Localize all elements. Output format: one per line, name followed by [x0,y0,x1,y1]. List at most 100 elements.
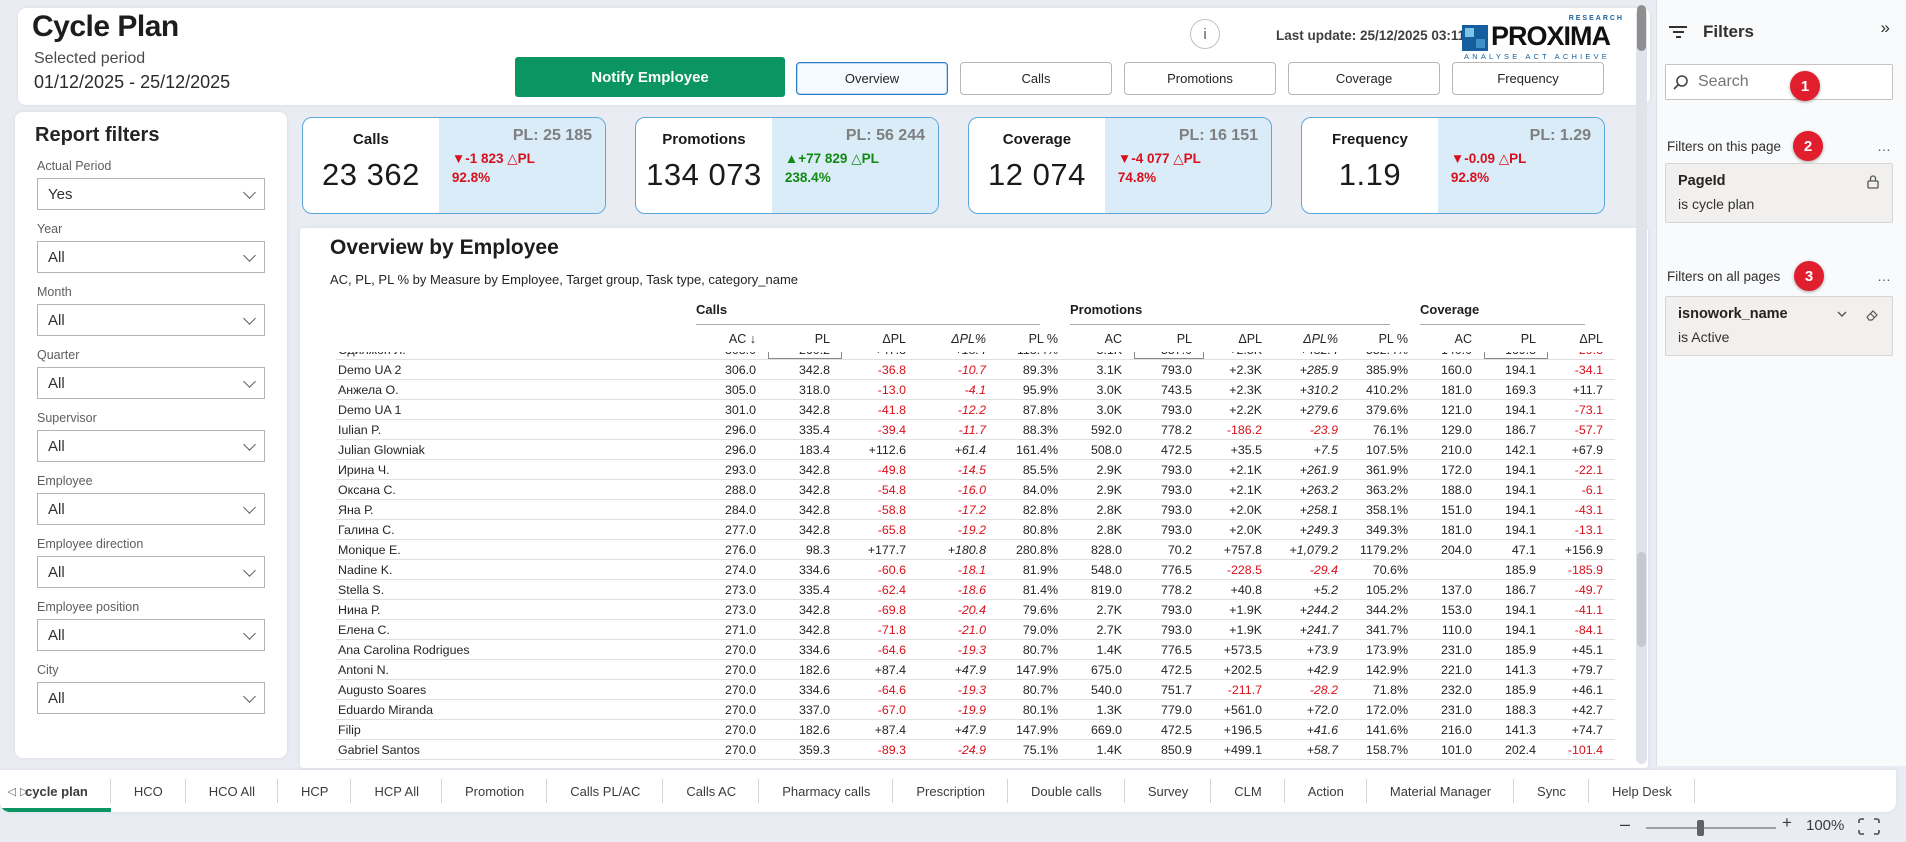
page-tab-calls-pl-ac[interactable]: Calls PL/AC [547,770,663,812]
value-cell: 342.8 [768,400,842,420]
column-header-PL[interactable]: PL [1484,332,1548,346]
column-header-AC[interactable]: AC ↓ [696,332,768,346]
table-row[interactable]: Ирина Ч.293.0342.8-49.8-14.585.5%2.9K793… [336,460,1615,480]
nav-button-overview[interactable]: Overview [796,62,948,95]
eraser-icon[interactable] [1864,307,1880,323]
nav-button-frequency[interactable]: Frequency [1452,62,1604,95]
page-tab-prescription[interactable]: Prescription [893,770,1008,812]
column-header-PL[interactable]: ΔPL [842,332,918,346]
table-row[interactable]: Demo UA 2306.0342.8-36.8-10.789.3%3.1K79… [336,360,1615,380]
notify-employee-button[interactable]: Notify Employee [515,57,785,97]
table-row[interactable]: Demo UA 1301.0342.8-41.8-12.287.8%3.0K79… [336,400,1615,420]
column-header-PL[interactable]: ΔPL [1204,332,1274,346]
value-cell: 221.0 [1420,660,1484,680]
filter-dropdown-month[interactable]: All [37,304,265,336]
table-row[interactable]: Gabriel Santos270.0359.3-89.3-24.975.1%1… [336,740,1615,760]
table-row[interactable]: Eduardo Miranda270.0337.0-67.0-19.980.1%… [336,700,1615,720]
table-row[interactable]: Нина Р.273.0342.8-69.8-20.479.6%2.7K793.… [336,600,1615,620]
table-row[interactable]: Augusto Soares270.0334.6-64.6-19.380.7%5… [336,680,1615,700]
filter-search-box[interactable] [1665,64,1893,100]
table-row[interactable]: Анжела О.305.0318.0-13.0-4.195.9%3.0K743… [336,380,1615,400]
filter-dropdown-city[interactable]: All [37,682,265,714]
chevron-down-icon [243,501,256,514]
table-row[interactable]: Julian Glowniak296.0183.4+112.6+61.4161.… [336,440,1615,460]
value-cell: 158.7% [1350,740,1420,760]
column-header-AC[interactable]: AC [1070,332,1134,346]
zoom-out-button[interactable]: – [1620,814,1630,835]
filter-dropdown-quarter[interactable]: All [37,367,265,399]
zoom-slider-track[interactable] [1646,827,1776,829]
page-tab-clm[interactable]: CLM [1211,770,1284,812]
page-tab-sync[interactable]: Sync [1514,770,1589,812]
table-row[interactable]: Оксана С.288.0342.8-54.8-16.084.0%2.9K79… [336,480,1615,500]
filter-dropdown-employee-direction[interactable]: All [37,556,265,588]
table-row[interactable]: Iulian P.296.0335.4-39.4-11.788.3%592.07… [336,420,1615,440]
column-header-PL[interactable]: PL [1134,332,1204,346]
dropdown-value: All [48,375,65,392]
chevron-down-icon [243,438,256,451]
kpi-card-frequency[interactable]: Frequency1.19PL: 1.29▼-0.09 △PL92.8% [1301,117,1605,214]
table-row[interactable]: Nadine K.274.0334.6-60.6-18.181.9%548.07… [336,560,1615,580]
value-cell: 274.0 [696,560,768,580]
column-header-PL[interactable]: PL [768,332,842,346]
column-header-PL%[interactable]: ΔPL% [1274,332,1350,346]
chevron-down-icon[interactable] [1836,307,1848,321]
kpi-card-promotions[interactable]: Promotions134 073PL: 56 244▲+77 829 △PL2… [635,117,939,214]
filter-dropdown-employee[interactable]: All [37,493,265,525]
zoom-in-button[interactable]: + [1782,813,1792,833]
zoom-slider-thumb[interactable] [1697,820,1704,836]
page-tab-pharmacy-calls[interactable]: Pharmacy calls [759,770,893,812]
filter-dropdown-actual-period[interactable]: Yes [37,178,265,210]
table-row[interactable]: Filip270.0182.6+87.4+47.9147.9%669.0472.… [336,720,1615,740]
table-row[interactable]: Ana Carolina Rodrigues270.0334.6-64.6-19… [336,640,1615,660]
table-row[interactable]: Stella S.273.0335.4-62.4-18.681.4%819.07… [336,580,1615,600]
filter-card-pageid[interactable]: PageId is cycle plan [1665,163,1893,223]
value-cell: 141.3 [1484,720,1548,740]
column-header-PL[interactable]: ΔPL [1548,332,1615,346]
table-scrollbar-thumb[interactable] [1637,552,1646,647]
page-tab-hcp-all[interactable]: HCP All [351,770,442,812]
page-tab-material-manager[interactable]: Material Manager [1367,770,1514,812]
kpi-card-calls[interactable]: Calls23 362PL: 25 185▼-1 823 △PL92.8% [302,117,606,214]
page-tab-double-calls[interactable]: Double calls [1008,770,1125,812]
column-header-PL%[interactable]: ΔPL% [918,332,998,346]
filter-card-isnowork[interactable]: isnowork_name is Active [1665,296,1893,356]
kpi-value: 134 073 [646,157,762,193]
table-row[interactable]: Antoni N.270.0182.6+87.4+47.9147.9%675.0… [336,660,1615,680]
nav-button-coverage[interactable]: Coverage [1288,62,1440,95]
main-scrollbar-thumb[interactable] [1637,5,1646,51]
page-tab-calls-ac[interactable]: Calls AC [663,770,759,812]
table-row[interactable]: Елена С.271.0342.8-71.8-21.079.0%2.7K793… [336,620,1615,640]
fit-to-screen-icon[interactable] [1858,818,1880,835]
this-page-more-options[interactable]: … [1877,138,1892,154]
nav-button-promotions[interactable]: Promotions [1124,62,1276,95]
collapse-pane-icon[interactable]: » [1881,18,1890,38]
table-row[interactable]: Одилжон Л.308.0260.2+47.8+18.4118.4%3.1K… [336,352,1615,360]
table-row[interactable]: Галина С.277.0342.8-65.8-19.280.8%2.8K79… [336,520,1615,540]
page-tab-cycle-plan[interactable]: cycle plan [2,770,111,812]
filter-dropdown-employee-position[interactable]: All [37,619,265,651]
page-tab-action[interactable]: Action [1285,770,1367,812]
all-pages-more-options[interactable]: … [1877,268,1892,284]
filter-dropdown-supervisor[interactable]: All [37,430,265,462]
page-tab-promotion[interactable]: Promotion [442,770,547,812]
kpi-card-coverage[interactable]: Coverage12 074PL: 16 151▼-4 077 △PL74.8% [968,117,1272,214]
column-header-PL%[interactable]: PL % [1350,332,1420,346]
table-row[interactable]: Monique E.276.098.3+177.7+180.8280.8%828… [336,540,1615,560]
table-row[interactable]: Яна Р.284.0342.8-58.8-17.282.8%2.8K793.0… [336,500,1615,520]
nav-button-calls[interactable]: Calls [960,62,1112,95]
filter-dropdown-year[interactable]: All [37,241,265,273]
kpi-left: Frequency1.19 [1302,118,1438,213]
page-tab-help-desk[interactable]: Help Desk [1589,770,1695,812]
value-cell: 334.6 [768,680,842,700]
page-tab-hcp[interactable]: HCP [278,770,351,812]
page-tab-hco-all[interactable]: HCO All [186,770,278,812]
column-header-PL%[interactable]: PL % [998,332,1070,346]
page-tab-hco[interactable]: HCO [111,770,186,812]
column-header-AC[interactable]: AC [1420,332,1484,346]
value-cell: +1,079.2 [1274,540,1350,560]
main-scrollbar-track[interactable] [1636,8,1647,764]
kpi-plan-panel: PL: 25 185▼-1 823 △PL92.8% [439,118,605,213]
page-tab-survey[interactable]: Survey [1125,770,1211,812]
info-icon[interactable]: i [1190,19,1220,49]
